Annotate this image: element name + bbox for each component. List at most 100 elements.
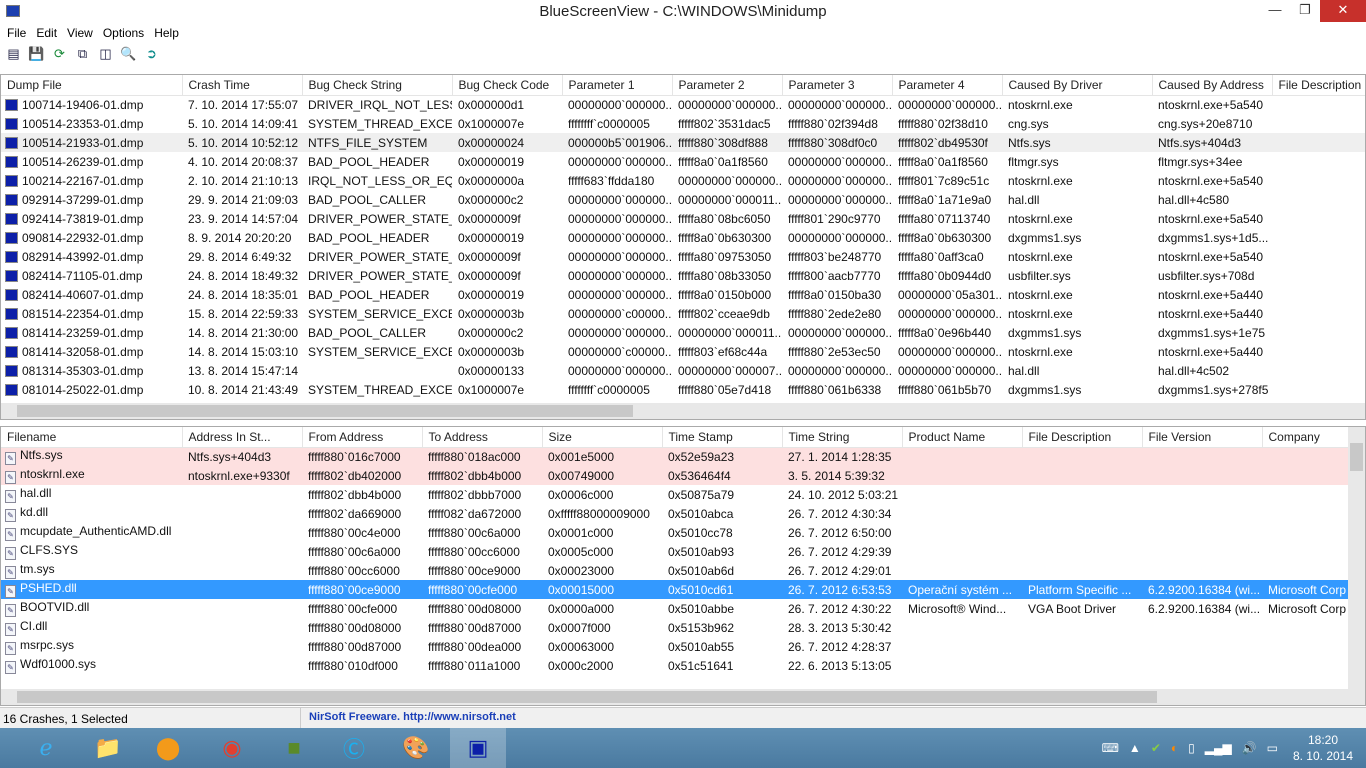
cell-text: SYSTEM_SERVICE_EXCE...	[308, 306, 452, 321]
app-orange-icon[interactable]: ⬤	[140, 728, 196, 768]
internet-explorer-icon[interactable]: ℯ	[18, 728, 74, 768]
table-cell: fffff880`2e53ec50	[782, 342, 892, 361]
menu-file[interactable]: File	[2, 24, 31, 42]
column-header[interactable]: Caused By Address	[1152, 75, 1273, 96]
table-row[interactable]: 082414-71105-01.dmp 24. 8. 2014 18:49:32 D…	[1, 266, 1365, 285]
html-report-icon[interactable]: ▤	[4, 44, 23, 63]
scroll-thumb[interactable]	[1350, 443, 1363, 471]
menu-options[interactable]: Options	[98, 24, 149, 42]
close-button[interactable]: ✕	[1320, 0, 1366, 22]
nirsoft-link[interactable]: NirSoft Freeware. http://www.nirsoft.net	[300, 708, 516, 728]
table-row[interactable]: ✎ ntoskrnl.exe ntoskrnl.exe+9330f fffff802`…	[1, 466, 1365, 485]
table-row[interactable]: 092914-37299-01.dmp 29. 9. 2014 21:09:03 B…	[1, 190, 1365, 209]
table-row[interactable]: ✎ tm.sys fffff880`00cc6000 fffff880`00ce900…	[1, 561, 1365, 580]
properties-icon[interactable]: ◫	[96, 44, 115, 63]
crash-list[interactable]: Dump File Crash Time Bug Check String Bug C…	[0, 74, 1366, 420]
scroll-thumb[interactable]	[17, 405, 633, 417]
column-header[interactable]: Bug Check Code	[452, 75, 563, 96]
table-row[interactable]: 100514-26239-01.dmp 4. 10. 2014 20:08:37 B…	[1, 152, 1365, 171]
column-header[interactable]: Time Stamp	[662, 427, 783, 448]
language-icon[interactable]: ▭	[1267, 741, 1278, 755]
menu-help[interactable]: Help	[149, 24, 184, 42]
cell-text: 00000000`000000...	[568, 192, 672, 207]
column-header[interactable]: Size	[542, 427, 663, 448]
column-header[interactable]: File Description	[1022, 427, 1143, 448]
table-row[interactable]: 081314-35303-01.dmp 13. 8. 2014 15:47:14 0…	[1, 361, 1365, 380]
volume-icon[interactable]: 🔊	[1242, 741, 1257, 755]
table-row[interactable]: ✎ msrpc.sys fffff880`00d87000 fffff880`00de…	[1, 637, 1365, 656]
cell-text: fltmgr.sys	[1008, 154, 1059, 169]
table-row[interactable]: 081414-23259-01.dmp 14. 8. 2014 21:30:00 B…	[1, 323, 1365, 342]
minimize-button[interactable]: —	[1260, 0, 1290, 22]
battery-icon[interactable]: ▯	[1188, 741, 1195, 755]
cell-text: dxgmms1.sys+1e75	[1158, 325, 1266, 340]
sync-icon[interactable]: ✔	[1151, 741, 1161, 755]
table-row[interactable]: 100514-21933-01.dmp 5. 10. 2014 10:52:12 N…	[1, 133, 1365, 152]
table-row[interactable]: ✎ hal.dll fffff802`dbb4b000 fffff802`dbbb70…	[1, 485, 1365, 504]
column-header[interactable]: Parameter 2	[672, 75, 783, 96]
menu-edit[interactable]: Edit	[31, 24, 62, 42]
column-header[interactable]: Parameter 4	[892, 75, 1003, 96]
table-row[interactable]: ✎ Wdf01000.sys fffff880`010df000 fffff880`0…	[1, 656, 1365, 675]
bluescreenview-icon[interactable]: ▣	[450, 728, 506, 768]
skype-icon[interactable]: Ⓒ	[326, 728, 382, 768]
table-row[interactable]: ✎ Ntfs.sys Ntfs.sys+404d3 fffff880`016c7000…	[1, 447, 1365, 466]
scroll-thumb[interactable]	[17, 691, 1157, 703]
table-row[interactable]: ✎ mcupdate_AuthenticAMD.dll fffff880`00c4e…	[1, 523, 1365, 542]
column-header[interactable]: From Address	[302, 427, 423, 448]
paint-icon[interactable]: 🎨	[388, 728, 444, 768]
driver-list-vscrollbar[interactable]	[1348, 427, 1365, 689]
column-header[interactable]: Filename	[1, 427, 183, 448]
table-row[interactable]: ✎ CLFS.SYS fffff880`00c6a000 fffff880`00cc6…	[1, 542, 1365, 561]
cell-text: 00000000`000000...	[678, 97, 782, 112]
chrome-icon[interactable]: ◉	[204, 728, 260, 768]
column-header[interactable]: Dump File	[1, 75, 183, 96]
column-header[interactable]: Caused By Driver	[1002, 75, 1153, 96]
restore-button[interactable]: ❐	[1290, 0, 1320, 22]
table-row[interactable]: 100714-19406-01.dmp 7. 10. 2014 17:55:07 D…	[1, 95, 1365, 114]
table-row[interactable]: 100514-23353-01.dmp 5. 10. 2014 14:09:41 S…	[1, 114, 1365, 133]
table-row[interactable]: ✎ BOOTVID.dll fffff880`00cfe000 fffff880`00…	[1, 599, 1365, 618]
table-row[interactable]: 092414-73819-01.dmp 23. 9. 2014 14:57:04 D…	[1, 209, 1365, 228]
column-header[interactable]: File Description	[1272, 75, 1365, 96]
table-row[interactable]: ✎ PSHED.dll fffff880`00ce9000 fffff880`00cf…	[1, 580, 1365, 599]
table-row[interactable]: 081514-22354-01.dmp 15. 8. 2014 22:59:33 S…	[1, 304, 1365, 323]
file-explorer-icon[interactable]: 📁	[80, 728, 136, 768]
keyboard-icon[interactable]: ⌨	[1102, 741, 1119, 755]
cell-text: PSHED.dll	[20, 581, 77, 595]
copy-icon[interactable]: ⧉	[73, 44, 92, 63]
table-row[interactable]: 100214-22167-01.dmp 2. 10. 2014 21:10:13 I…	[1, 171, 1365, 190]
driver-list[interactable]: Filename Address In St... From Address To A…	[0, 426, 1366, 706]
column-header[interactable]: Address In St...	[182, 427, 303, 448]
table-cell: dxgmms1.sys+278f5	[1152, 380, 1272, 399]
column-header[interactable]: File Version	[1142, 427, 1263, 448]
table-cell	[302, 361, 452, 380]
table-row[interactable]: 090814-22932-01.dmp 8. 9. 2014 20:20:20 BA…	[1, 228, 1365, 247]
driver-list-hscrollbar[interactable]	[1, 689, 1365, 705]
column-header[interactable]: Parameter 1	[562, 75, 673, 96]
clock[interactable]: 18:20 8. 10. 2014	[1288, 732, 1358, 764]
column-header[interactable]: Bug Check String	[302, 75, 453, 96]
column-header[interactable]: Crash Time	[182, 75, 303, 96]
exit-icon[interactable]: ➲	[142, 44, 161, 63]
find-icon[interactable]: 🔍	[119, 44, 138, 63]
table-row[interactable]: 081414-32058-01.dmp 14. 8. 2014 15:03:10 S…	[1, 342, 1365, 361]
minecraft-icon[interactable]: ■	[266, 728, 322, 768]
table-row[interactable]: 082914-43992-01.dmp 29. 8. 2014 6:49:32 DR…	[1, 247, 1365, 266]
table-row[interactable]: ✎ CI.dll fffff880`00d08000 fffff880`00d8700…	[1, 618, 1365, 637]
column-header[interactable]: To Address	[422, 427, 543, 448]
save-icon[interactable]: 💾	[27, 44, 46, 63]
menu-view[interactable]: View	[62, 24, 98, 42]
refresh-icon[interactable]: ⟳	[50, 44, 69, 63]
crash-list-hscrollbar[interactable]	[1, 403, 1365, 419]
signal-icon[interactable]: ▂▄▆	[1205, 741, 1232, 755]
column-header[interactable]: Product Name	[902, 427, 1023, 448]
cell-text: fffff880`00cfe000	[308, 601, 398, 616]
table-row[interactable]: 081014-25022-01.dmp 10. 8. 2014 21:43:49 S…	[1, 380, 1365, 399]
show-hidden-icons[interactable]: ▲	[1129, 741, 1141, 755]
app-tray-icon[interactable]: ◐	[1171, 741, 1178, 755]
column-header[interactable]: Parameter 3	[782, 75, 893, 96]
table-row[interactable]: ✎ kd.dll fffff802`da669000 fffff082`da67200…	[1, 504, 1365, 523]
table-row[interactable]: 082414-40607-01.dmp 24. 8. 2014 18:35:01 B…	[1, 285, 1365, 304]
column-header[interactable]: Time String	[782, 427, 903, 448]
